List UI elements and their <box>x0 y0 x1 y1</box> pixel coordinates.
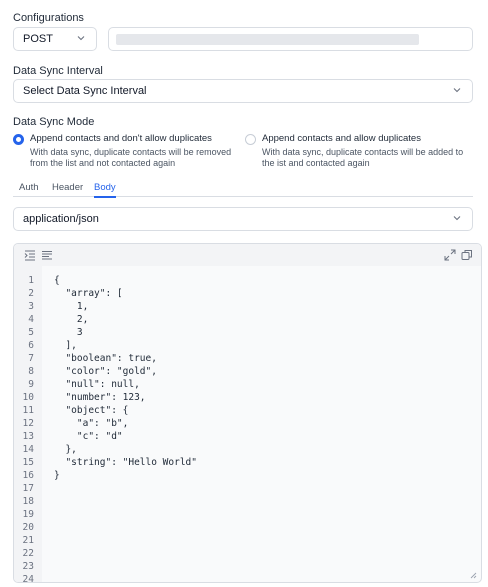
line-number: 17 <box>22 483 34 494</box>
line-number: 11 <box>22 405 34 416</box>
radio-desc-line: from the list and not contacted again <box>30 158 176 168</box>
line-number: 22 <box>22 548 34 559</box>
code-line: ], <box>54 340 77 351</box>
line-number: 21 <box>22 535 34 546</box>
radio-button-checked[interactable] <box>13 134 24 145</box>
code-line: { <box>54 275 60 286</box>
chevron-down-icon <box>452 213 462 223</box>
line-number: 24 <box>22 574 34 583</box>
line-number: 3 <box>28 301 34 312</box>
line-number: 13 <box>22 431 34 442</box>
radio-desc-line: With data sync, duplicate contacts will … <box>30 147 232 157</box>
code-line: "string": "Hello World" <box>54 457 197 468</box>
tab-body[interactable]: Body <box>94 182 116 198</box>
line-number: 16 <box>22 470 34 481</box>
line-number: 15 <box>22 457 34 468</box>
radio-desc-line: With data sync, duplicate contacts will … <box>262 147 464 157</box>
radio-no-duplicates[interactable]: Append contacts and don't allow duplicat… <box>13 133 243 169</box>
code-line: 2, <box>54 314 89 325</box>
code-line: "null": null, <box>54 379 140 390</box>
code-line: "c": "d" <box>54 431 123 442</box>
chevron-down-icon <box>76 33 86 43</box>
code-line: } <box>54 470 60 481</box>
code-line: "number": 123, <box>54 392 146 403</box>
chevron-down-icon <box>452 85 462 95</box>
code-line: "array": [ <box>54 288 123 299</box>
line-number: 20 <box>22 522 34 533</box>
editor-toolbar <box>14 244 481 266</box>
line-number: 7 <box>28 353 34 364</box>
method-select[interactable]: POST <box>13 27 97 51</box>
data-sync-interval-label: Data Sync Interval <box>13 65 103 77</box>
content-type-select[interactable]: application/json <box>13 207 473 231</box>
radio-desc-line: the ist and contacted again <box>262 158 370 168</box>
line-number: 9 <box>28 379 34 390</box>
line-number: 1 <box>28 275 34 286</box>
code-line: }, <box>54 444 77 455</box>
code-line: "boolean": true, <box>54 353 157 364</box>
request-tabs: Auth Header Body <box>13 180 473 198</box>
expand-icon[interactable] <box>444 249 456 261</box>
data-sync-mode-label: Data Sync Mode <box>13 116 95 128</box>
radio-button-unchecked[interactable] <box>245 134 256 145</box>
code-line: "color": "gold", <box>54 366 157 377</box>
line-number: 12 <box>22 418 34 429</box>
tab-header[interactable]: Header <box>52 182 83 197</box>
line-number: 8 <box>28 366 34 377</box>
line-number: 18 <box>22 496 34 507</box>
line-number: 6 <box>28 340 34 351</box>
code-line: "a": "b", <box>54 418 129 429</box>
resize-handle-icon[interactable] <box>469 570 477 579</box>
line-number: 4 <box>28 314 34 325</box>
json-body-editor[interactable]: 1 2 3 4 5 6 7 8 9 10 11 12 13 14 15 16 17 18 19 20 21 22 23 24{… <box>13 243 482 583</box>
format-lines-icon[interactable] <box>41 249 53 261</box>
line-number: 2 <box>28 288 34 299</box>
radio-allow-duplicates[interactable]: Append contacts and allow duplicates Wit… <box>245 133 480 169</box>
radio-title: Append contacts and don't allow duplicat… <box>30 133 212 144</box>
copy-icon[interactable] <box>461 249 473 261</box>
data-sync-interval-select[interactable]: Select Data Sync Interval <box>13 79 473 103</box>
line-number: 5 <box>28 327 34 338</box>
url-redacted-bar <box>116 34 419 45</box>
data-sync-interval-placeholder: Select Data Sync Interval <box>23 85 147 97</box>
radio-title: Append contacts and allow duplicates <box>262 133 421 144</box>
line-number: 19 <box>22 509 34 520</box>
code-line: 3 <box>54 327 83 338</box>
tab-auth[interactable]: Auth <box>19 182 39 197</box>
code-line: 1, <box>54 301 89 312</box>
line-number: 14 <box>22 444 34 455</box>
code-line: "object": { <box>54 405 129 416</box>
configurations-label: Configurations <box>13 12 84 24</box>
url-input[interactable] <box>108 27 473 51</box>
line-number: 23 <box>22 561 34 572</box>
indent-icon[interactable] <box>24 249 36 261</box>
method-select-value: POST <box>23 33 53 45</box>
content-type-value: application/json <box>23 213 99 225</box>
line-number: 10 <box>22 392 34 403</box>
